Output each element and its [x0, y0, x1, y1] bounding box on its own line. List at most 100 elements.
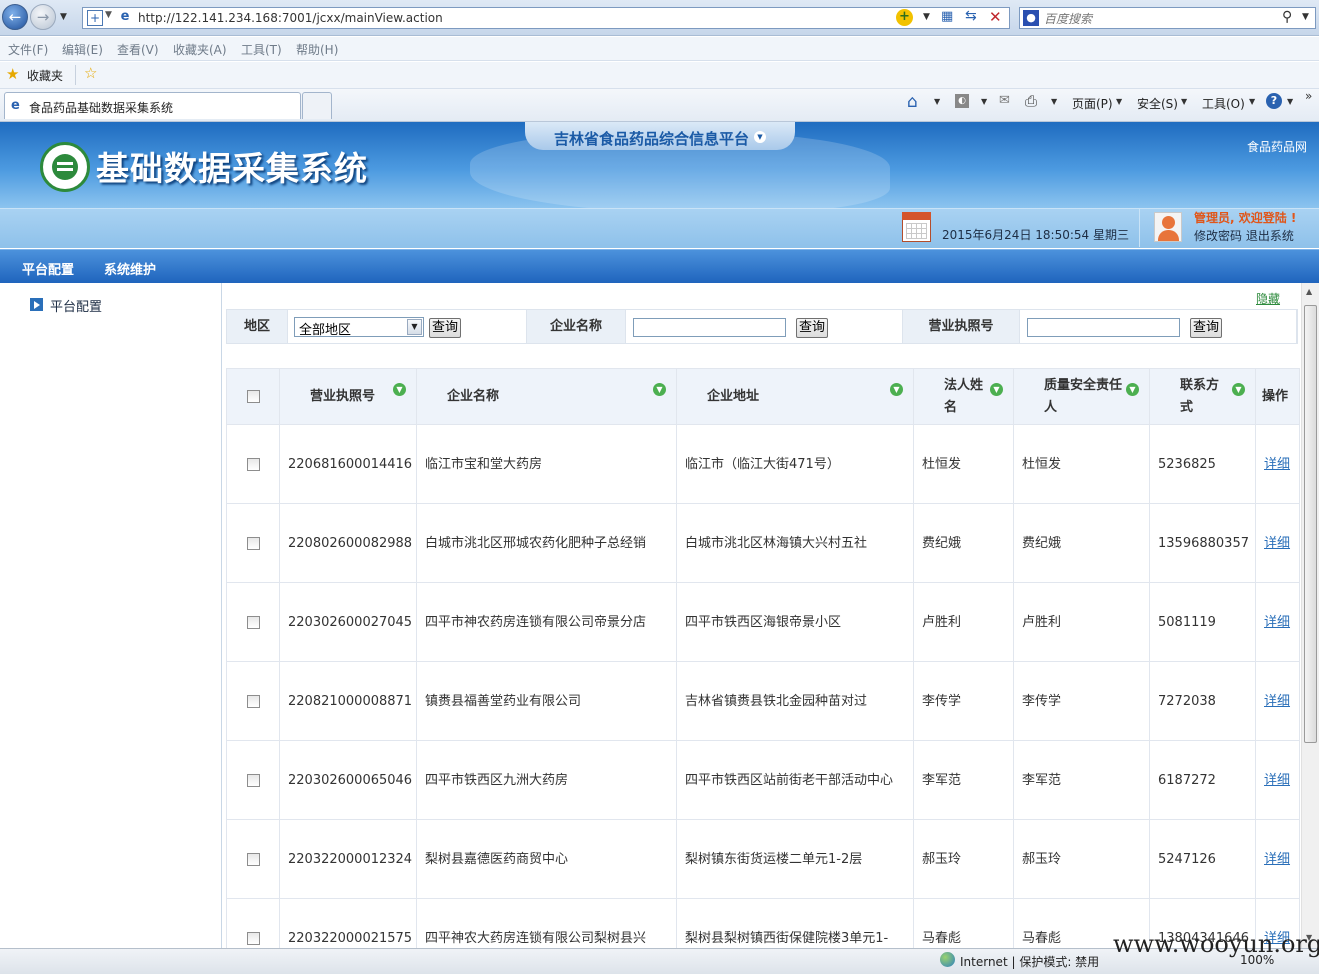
favorites-button[interactable]: 收藏夹 [27, 67, 63, 84]
add-favorite-icon[interactable]: ☆ [84, 64, 97, 82]
company-name-cell: 四平市铁西区九洲大药房 [416, 740, 677, 820]
legal-person-cell: 卢胜利 [913, 582, 1014, 662]
nav-item-platform-config[interactable]: 平台配置 [22, 259, 74, 278]
chevron-down-icon: ▼ [105, 10, 112, 20]
page-scrollbar[interactable]: ▲ ▼ [1301, 283, 1319, 948]
detail-link[interactable]: 详细 [1264, 694, 1290, 709]
search-input[interactable] [1044, 11, 1274, 27]
overflow-chevron-icon[interactable]: » [1305, 89, 1312, 103]
row-checkbox[interactable] [246, 694, 260, 708]
license-number-input[interactable] [1027, 318, 1180, 337]
license-cell: 220681600014416 [279, 424, 417, 504]
row-checkbox[interactable] [246, 536, 260, 550]
column-header-legal-person[interactable]: 法人姓名 ▼ [913, 368, 1014, 425]
hide-link[interactable]: 隐藏 [1256, 290, 1280, 307]
menu-view[interactable]: 查看(V) [117, 41, 159, 58]
chevron-down-icon[interactable]: ▼ [923, 12, 930, 22]
tab-active[interactable]: e 食品药品基础数据采集系统 [4, 92, 301, 119]
sort-icon[interactable]: ▼ [890, 383, 903, 396]
help-icon[interactable]: ? [1266, 93, 1282, 109]
detail-link[interactable]: 详细 [1264, 773, 1290, 788]
sidebar-item-platform-config[interactable]: 平台配置 [50, 296, 102, 315]
tree-expand-icon[interactable] [30, 298, 43, 311]
address-cell: 吉林省镇赉县铁北金园种苗对过 [676, 661, 914, 741]
sort-icon[interactable]: ▼ [653, 383, 666, 396]
chevron-down-icon[interactable]: ▼ [1302, 12, 1309, 22]
legal-person-cell: 郝玉玲 [913, 819, 1014, 899]
region-select[interactable]: 全部地区 ▼ [294, 317, 424, 338]
print-icon[interactable]: ⎙ [1025, 92, 1037, 110]
site-link[interactable]: 食品药品网 [1247, 138, 1307, 155]
url-field[interactable]: + ▼ e http://122.141.234.168:7001/jcxx/m… [82, 7, 1010, 29]
internet-zone-icon [940, 952, 955, 967]
row-checkbox[interactable] [246, 931, 260, 945]
detail-link[interactable]: 详细 [1264, 852, 1290, 867]
platform-title[interactable]: 吉林省食品药品综合信息平台 [554, 128, 749, 149]
tools-menu[interactable]: 工具(O) [1202, 95, 1245, 112]
page-menu[interactable]: 页面(P) [1072, 95, 1113, 112]
column-header-address[interactable]: 企业地址 ▼ [676, 368, 914, 425]
scroll-thumb[interactable] [1304, 305, 1317, 743]
select-all-checkbox[interactable] [246, 389, 260, 403]
rss-icon[interactable]: ◐ [955, 94, 969, 108]
forward-button[interactable]: → [30, 4, 56, 30]
safety-person-cell: 李传学 [1013, 661, 1150, 741]
safety-person-cell: 李军范 [1013, 740, 1150, 820]
change-password-link[interactable]: 修改密码 [1194, 229, 1242, 243]
detail-link[interactable]: 详细 [1264, 457, 1290, 472]
chevron-down-icon[interactable]: ▼ [1051, 97, 1057, 106]
safety-person-cell: 郝玉玲 [1013, 819, 1150, 899]
license-query-button[interactable]: 查询 [1190, 318, 1223, 338]
sort-icon[interactable]: ▼ [1126, 383, 1139, 396]
company-query-button[interactable]: 查询 [796, 318, 829, 338]
menu-edit[interactable]: 编辑(E) [62, 41, 103, 58]
compat-icon[interactable]: + [896, 9, 913, 26]
column-header-contact[interactable]: 联系方式 ▼ [1149, 368, 1256, 425]
row-select-cell [226, 740, 280, 820]
action-cell: 详细 [1255, 582, 1300, 662]
menu-tools[interactable]: 工具(T) [241, 41, 282, 58]
chevron-down-icon[interactable]: ▼ [754, 131, 766, 143]
refresh-icon[interactable]: ⇆ [965, 8, 977, 24]
back-button[interactable]: ← [2, 4, 28, 30]
search-box[interactable]: ● ⚲ ▼ [1019, 7, 1316, 29]
logout-link[interactable]: 退出系统 [1246, 229, 1294, 243]
sort-icon[interactable]: ▼ [990, 383, 1003, 396]
row-checkbox[interactable] [246, 457, 260, 471]
home-icon[interactable]: ⌂ [907, 92, 918, 112]
scroll-up-icon[interactable]: ▲ [1306, 287, 1312, 296]
menu-help[interactable]: 帮助(H) [296, 41, 338, 58]
row-checkbox[interactable] [246, 615, 260, 629]
chevron-down-icon[interactable]: ▼ [934, 97, 940, 106]
system-name: 基础数据采集系统 [96, 149, 368, 188]
company-name-cell: 梨树县嘉德医药商贸中心 [416, 819, 677, 899]
calendar-icon [902, 212, 931, 242]
welcome-text: 管理员, 欢迎登陆 ! [1194, 211, 1297, 225]
row-checkbox[interactable] [246, 773, 260, 787]
search-icon[interactable]: ⚲ [1282, 9, 1292, 25]
logo [40, 142, 90, 192]
action-cell: 详细 [1255, 424, 1300, 504]
safety-menu[interactable]: 安全(S) [1137, 95, 1178, 112]
new-tab-button[interactable] [302, 92, 332, 119]
column-header-license[interactable]: 营业执照号 ▼ [279, 368, 417, 425]
column-header-safety-person[interactable]: 质量安全责任人 ▼ [1013, 368, 1150, 425]
region-query-button[interactable]: 查询 [429, 318, 462, 338]
compat-view-icon[interactable]: ▦ [941, 9, 953, 24]
detail-link[interactable]: 详细 [1264, 536, 1290, 551]
chevron-down-icon[interactable]: ▼ [981, 97, 987, 106]
company-name-input[interactable] [633, 318, 786, 337]
row-checkbox[interactable] [246, 852, 260, 866]
mail-icon[interactable]: ✉ [999, 93, 1010, 108]
column-header-company[interactable]: 企业名称 ▼ [416, 368, 677, 425]
sort-icon[interactable]: ▼ [393, 383, 406, 396]
chevron-down-icon[interactable]: ▼ [407, 319, 422, 335]
table-row: 220322000012324 梨树县嘉德医药商贸中心 梨树镇东街货运楼二单元1-2… [226, 819, 1300, 899]
nav-item-system-maintenance[interactable]: 系统维护 [104, 259, 156, 278]
detail-link[interactable]: 详细 [1264, 615, 1290, 630]
menu-file[interactable]: 文件(F) [8, 41, 48, 58]
history-dropdown-icon[interactable]: ▼ [60, 12, 67, 22]
sort-icon[interactable]: ▼ [1232, 383, 1245, 396]
menu-favorites[interactable]: 收藏夹(A) [173, 41, 227, 58]
stop-icon[interactable]: ✕ [989, 8, 1002, 26]
